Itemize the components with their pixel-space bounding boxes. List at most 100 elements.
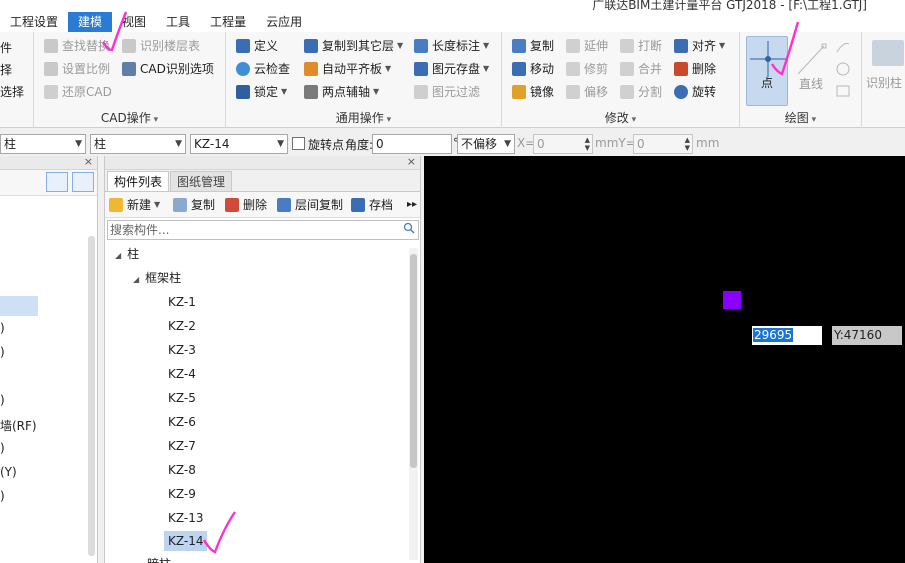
tile-view-icon[interactable]	[72, 172, 94, 192]
tree-node-hidden-column[interactable]: 暗柱	[147, 554, 171, 563]
split-button[interactable]: 分割	[620, 82, 662, 102]
define-button[interactable]: 定义	[236, 36, 278, 56]
tree-item-kz-1[interactable]: KZ-1	[168, 292, 196, 312]
restore-cad-button[interactable]: 还原CAD	[44, 82, 112, 102]
element-storage-button[interactable]: 图元存盘 ▼	[414, 59, 489, 79]
close-icon[interactable]: ×	[84, 155, 93, 168]
lock-button[interactable]: 锁定 ▼	[236, 82, 287, 102]
tree-item-kz-9[interactable]: KZ-9	[168, 484, 196, 504]
tree-item-kz-2[interactable]: KZ-2	[168, 316, 196, 336]
ribbon-cut-button-2[interactable]: 择	[0, 60, 12, 80]
menu-modeling[interactable]: 建模	[68, 12, 113, 32]
tree-item-kz-4[interactable]: KZ-4	[168, 364, 196, 384]
draw-point-button[interactable]: 点	[746, 36, 788, 106]
tree-item-kz-14[interactable]: KZ-14	[164, 531, 208, 551]
modify-group-label[interactable]: 修改	[502, 109, 739, 126]
list-view-icon[interactable]	[46, 172, 68, 192]
draw-line-button[interactable]: 直线	[790, 36, 832, 106]
archive-button[interactable]: 存档	[351, 195, 393, 215]
y-offset-input[interactable]: 0 ▲ ▼	[633, 134, 693, 154]
break-button[interactable]: 打断	[620, 36, 662, 56]
expand-triangle-icon[interactable]: ◢	[115, 246, 121, 266]
copy-button[interactable]: 复制	[512, 36, 554, 56]
navigation-item-4[interactable]: 墙(RF)	[0, 417, 37, 434]
draw-point-label: 点	[760, 76, 773, 90]
ribbon-cut-button-3[interactable]: 选择	[0, 82, 24, 102]
navigation-item-1[interactable]: )	[0, 321, 5, 335]
close-icon[interactable]: ×	[407, 155, 416, 168]
menu-project-settings[interactable]: 工程设置	[0, 12, 68, 32]
menu-view[interactable]: 视图	[112, 12, 156, 32]
tree-node-frame-column[interactable]: ◢ 框架柱	[133, 268, 181, 288]
component-scrollbar-thumb[interactable]	[410, 254, 417, 468]
cad-group-label[interactable]: CAD操作	[34, 109, 225, 126]
merge-button[interactable]: 合并	[620, 59, 662, 79]
navigation-item-2[interactable]: )	[0, 345, 5, 359]
tree-item-kz-3[interactable]: KZ-3	[168, 340, 196, 360]
expand-triangle-icon[interactable]: ◢	[133, 270, 139, 290]
tab-component-list[interactable]: 构件列表	[107, 171, 170, 191]
floor-combo[interactable]: 柱 ▼	[0, 134, 86, 154]
delete-button[interactable]: 删除	[674, 59, 716, 79]
chevron-down-icon: ▼	[75, 139, 82, 149]
common-group-label[interactable]: 通用操作	[226, 109, 501, 126]
lock-icon	[236, 85, 250, 99]
rotate-point-checkbox[interactable]	[292, 137, 305, 150]
move-button[interactable]: 移动	[512, 59, 554, 79]
menu-tools[interactable]: 工具	[156, 12, 200, 32]
menu-quantities[interactable]: 工程量	[200, 12, 256, 32]
offset-button[interactable]: 偏移	[566, 82, 608, 102]
find-replace-button[interactable]: 查找替换	[44, 36, 110, 56]
tree-item-kz-13[interactable]: KZ-13	[168, 508, 203, 528]
x-coordinate-input[interactable]: 29695	[752, 326, 822, 345]
delete-component-button[interactable]: 删除	[225, 195, 267, 215]
auto-flat-slab-button[interactable]: 自动平齐板 ▼	[304, 59, 391, 79]
offset-mode-combo[interactable]: 不偏移 ▼	[457, 134, 515, 154]
set-ratio-button[interactable]: 设置比例	[44, 59, 110, 79]
copy-to-other-floor-button[interactable]: 复制到其它层 ▼	[304, 36, 403, 56]
tree-item-kz-8[interactable]: KZ-8	[168, 460, 196, 480]
cloud-check-button[interactable]: 云检查	[236, 59, 290, 79]
extend-button[interactable]: 延伸	[566, 36, 608, 56]
new-component-button[interactable]: 新建 ▼	[109, 195, 160, 215]
y-coordinate-display[interactable]: Y:47160	[832, 326, 902, 345]
tree-item-kz-7[interactable]: KZ-7	[168, 436, 196, 456]
navigation-item-6[interactable]: (Y)	[0, 465, 17, 479]
copy-component-button[interactable]: 复制	[173, 195, 215, 215]
mirror-button[interactable]: 镜像	[512, 82, 554, 102]
component-type-combo[interactable]: 柱 ▼	[90, 134, 186, 154]
offset-icon	[566, 85, 580, 99]
search-input[interactable]: 搜索构件...	[107, 220, 419, 240]
component-name-combo[interactable]: KZ-14 ▼	[190, 134, 288, 154]
align-button[interactable]: 对齐 ▼	[674, 36, 725, 56]
trim-button[interactable]: 修剪	[566, 59, 608, 79]
navigation-selected-item[interactable]	[0, 296, 38, 316]
tree-item-kz-6[interactable]: KZ-6	[168, 412, 196, 432]
drawing-canvas[interactable]: 29695 Y:47160	[424, 156, 905, 563]
navigation-item-3[interactable]: )	[0, 393, 5, 407]
ribbon-cut-button-1[interactable]: 件	[0, 38, 12, 58]
identify-column-label[interactable]: 识别柱	[866, 74, 902, 91]
x-offset-input[interactable]: 0 ▲ ▼	[533, 134, 593, 154]
rotate-button[interactable]: 旋转	[674, 82, 716, 102]
menu-cloud-apps[interactable]: 云应用	[256, 12, 312, 32]
two-point-axis-button[interactable]: 两点辅轴 ▼	[304, 82, 379, 102]
tree-item-kz-5[interactable]: KZ-5	[168, 388, 196, 408]
cad-identify-options-button[interactable]: CAD识别选项	[122, 59, 214, 79]
placed-column-point[interactable]	[723, 291, 741, 309]
search-icon[interactable]	[403, 222, 415, 234]
length-mark-button[interactable]: 长度标注 ▼	[414, 36, 489, 56]
tab-drawing-management[interactable]: 图纸管理	[170, 171, 233, 191]
navigation-scrollbar[interactable]	[88, 236, 95, 556]
extend-icon	[566, 39, 580, 53]
identify-floor-table-button[interactable]: 识别楼层表	[122, 36, 200, 56]
draw-group-label[interactable]: 绘图	[740, 109, 861, 126]
angle-input[interactable]: 0	[372, 134, 452, 154]
floor-copy-button[interactable]: 层间复制	[277, 195, 343, 215]
tree-node-column[interactable]: ◢ 柱	[115, 244, 139, 264]
arc-circle-rect-icons[interactable]	[834, 38, 852, 102]
navigation-item-5[interactable]: )	[0, 441, 5, 455]
more-tools-button[interactable]: ▸▸	[407, 195, 417, 215]
element-filter-button[interactable]: 图元过滤	[414, 82, 480, 102]
navigation-item-7[interactable]: )	[0, 489, 5, 503]
